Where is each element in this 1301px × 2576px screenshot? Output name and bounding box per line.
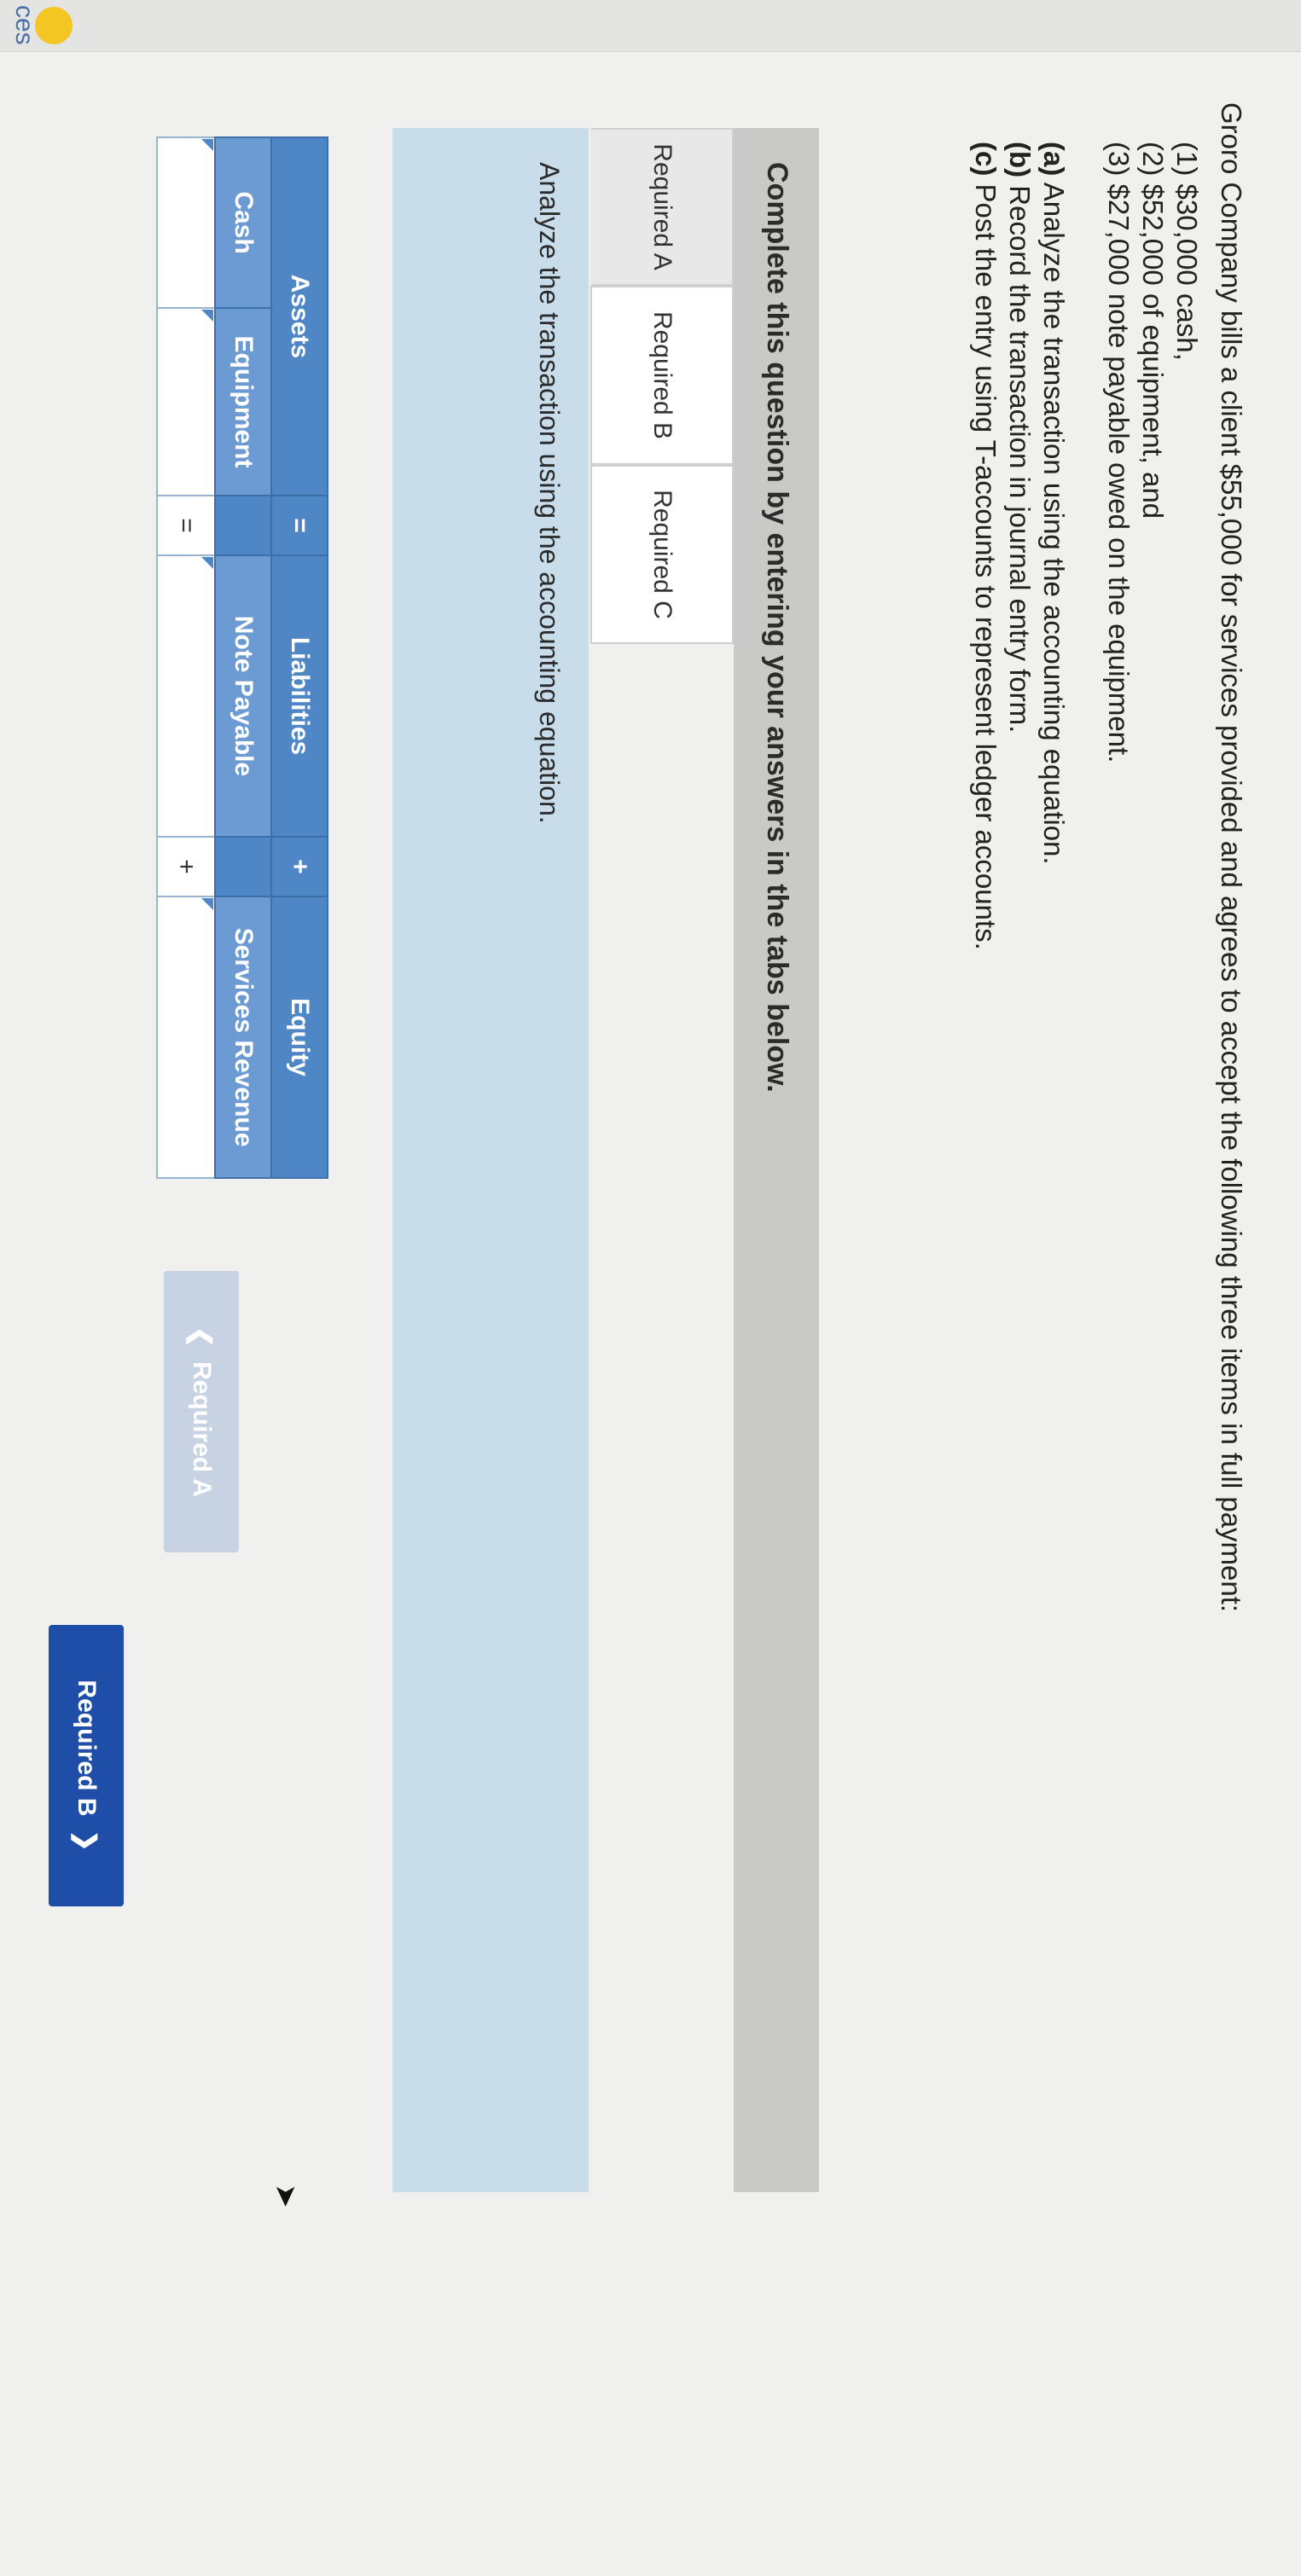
tab-required-c[interactable]: Required C [590, 465, 734, 644]
problem-statement: Groro Company bills a client $55,000 for… [968, 102, 1250, 2542]
equals-sign: = [157, 496, 215, 555]
liabilities-header: Liabilities [271, 555, 328, 837]
cash-header: Cash [215, 137, 271, 308]
page-rotated-photo: ces Groro Company bills a client $55,000… [0, 0, 1301, 2576]
cash-cell [157, 137, 215, 308]
instructions-banner: Complete this question by entering your … [734, 128, 819, 2192]
edge-badge-icon [35, 7, 73, 44]
assets-header: Assets [271, 137, 328, 496]
banner-text: Complete this question by entering your … [761, 162, 793, 1093]
requirement-tag: (b) [1004, 142, 1036, 178]
next-button-label: Required B [73, 1680, 101, 1817]
spacer-cell [215, 837, 271, 896]
requirement-a: (a) Analyze the transaction using the ac… [1037, 142, 1071, 2542]
next-required-button[interactable]: Required B ❯ [49, 1625, 124, 1906]
equation-account-row: Cash Equipment Note Payable Services Rev… [215, 137, 271, 1178]
tab-required-b[interactable]: Required B [590, 286, 734, 465]
services-revenue-input[interactable] [159, 898, 213, 1176]
requirement-tag: (c) [970, 142, 1002, 177]
mouse-cursor-icon: ➤ [270, 2184, 302, 2208]
spacer-cell [215, 496, 271, 555]
note-payable-cell [157, 555, 215, 837]
requirement-b: (b) Record the transaction in journal en… [1002, 142, 1037, 2542]
prev-button-label: Required A [188, 1361, 216, 1498]
equipment-header: Equipment [215, 308, 271, 496]
problem-intro: Groro Company bills a client $55,000 for… [1216, 102, 1247, 1613]
payment-item: (3) $27,000 note payable owed on the equ… [1103, 142, 1135, 763]
prev-required-button[interactable]: ❮ Required A [164, 1271, 239, 1552]
payment-item: (1) $30,000 cash, [1171, 142, 1203, 361]
equipment-cell [157, 308, 215, 496]
services-revenue-header: Services Revenue [215, 896, 271, 1178]
equation-input-row: = + [157, 137, 215, 1178]
dropdown-corner-icon [201, 310, 213, 322]
chevron-left-icon: ❮ [187, 1326, 216, 1349]
note-payable-header: Note Payable [215, 555, 271, 837]
requirement-tag: (a) [1038, 142, 1070, 177]
panel-instruction: Analyze the transaction using the accoun… [534, 162, 565, 824]
cash-input[interactable] [159, 139, 213, 306]
edge-label: ces [10, 5, 38, 45]
requirement-text: Analyze the transaction using the accoun… [1038, 176, 1070, 865]
accounting-equation-table: Assets = Liabilities + Equity Cash Equip… [156, 136, 328, 1179]
plus-sign: + [157, 837, 215, 896]
chevron-right-icon: ❯ [72, 1830, 101, 1852]
plus-sign: + [271, 837, 328, 896]
dropdown-corner-icon [201, 557, 213, 569]
payment-items: (1) $30,000 cash, (2) $52,000 of equipme… [1101, 142, 1204, 2542]
equation-group-row: Assets = Liabilities + Equity [271, 137, 328, 1178]
services-revenue-cell [157, 896, 215, 1178]
left-edge-strip: ces [0, 0, 1301, 52]
dropdown-corner-icon [201, 898, 213, 910]
note-payable-input[interactable] [159, 557, 213, 835]
dropdown-corner-icon [201, 139, 213, 151]
requirement-text: Record the transaction in journal entry … [1004, 177, 1036, 734]
equipment-input[interactable] [159, 310, 213, 494]
requirement-text: Post the entry using T-accounts to repre… [970, 176, 1002, 950]
tab-required-a[interactable]: Required A [590, 128, 734, 286]
requirements-list: (a) Analyze the transaction using the ac… [968, 142, 1071, 2542]
payment-item: (2) $52,000 of equipment, and [1137, 142, 1169, 519]
equity-header: Equity [271, 896, 328, 1178]
equals-sign: = [271, 496, 328, 555]
requirement-c: (c) Post the entry using T-accounts to r… [968, 142, 1002, 2542]
tab-panel: Analyze the transaction using the accoun… [392, 128, 589, 2192]
